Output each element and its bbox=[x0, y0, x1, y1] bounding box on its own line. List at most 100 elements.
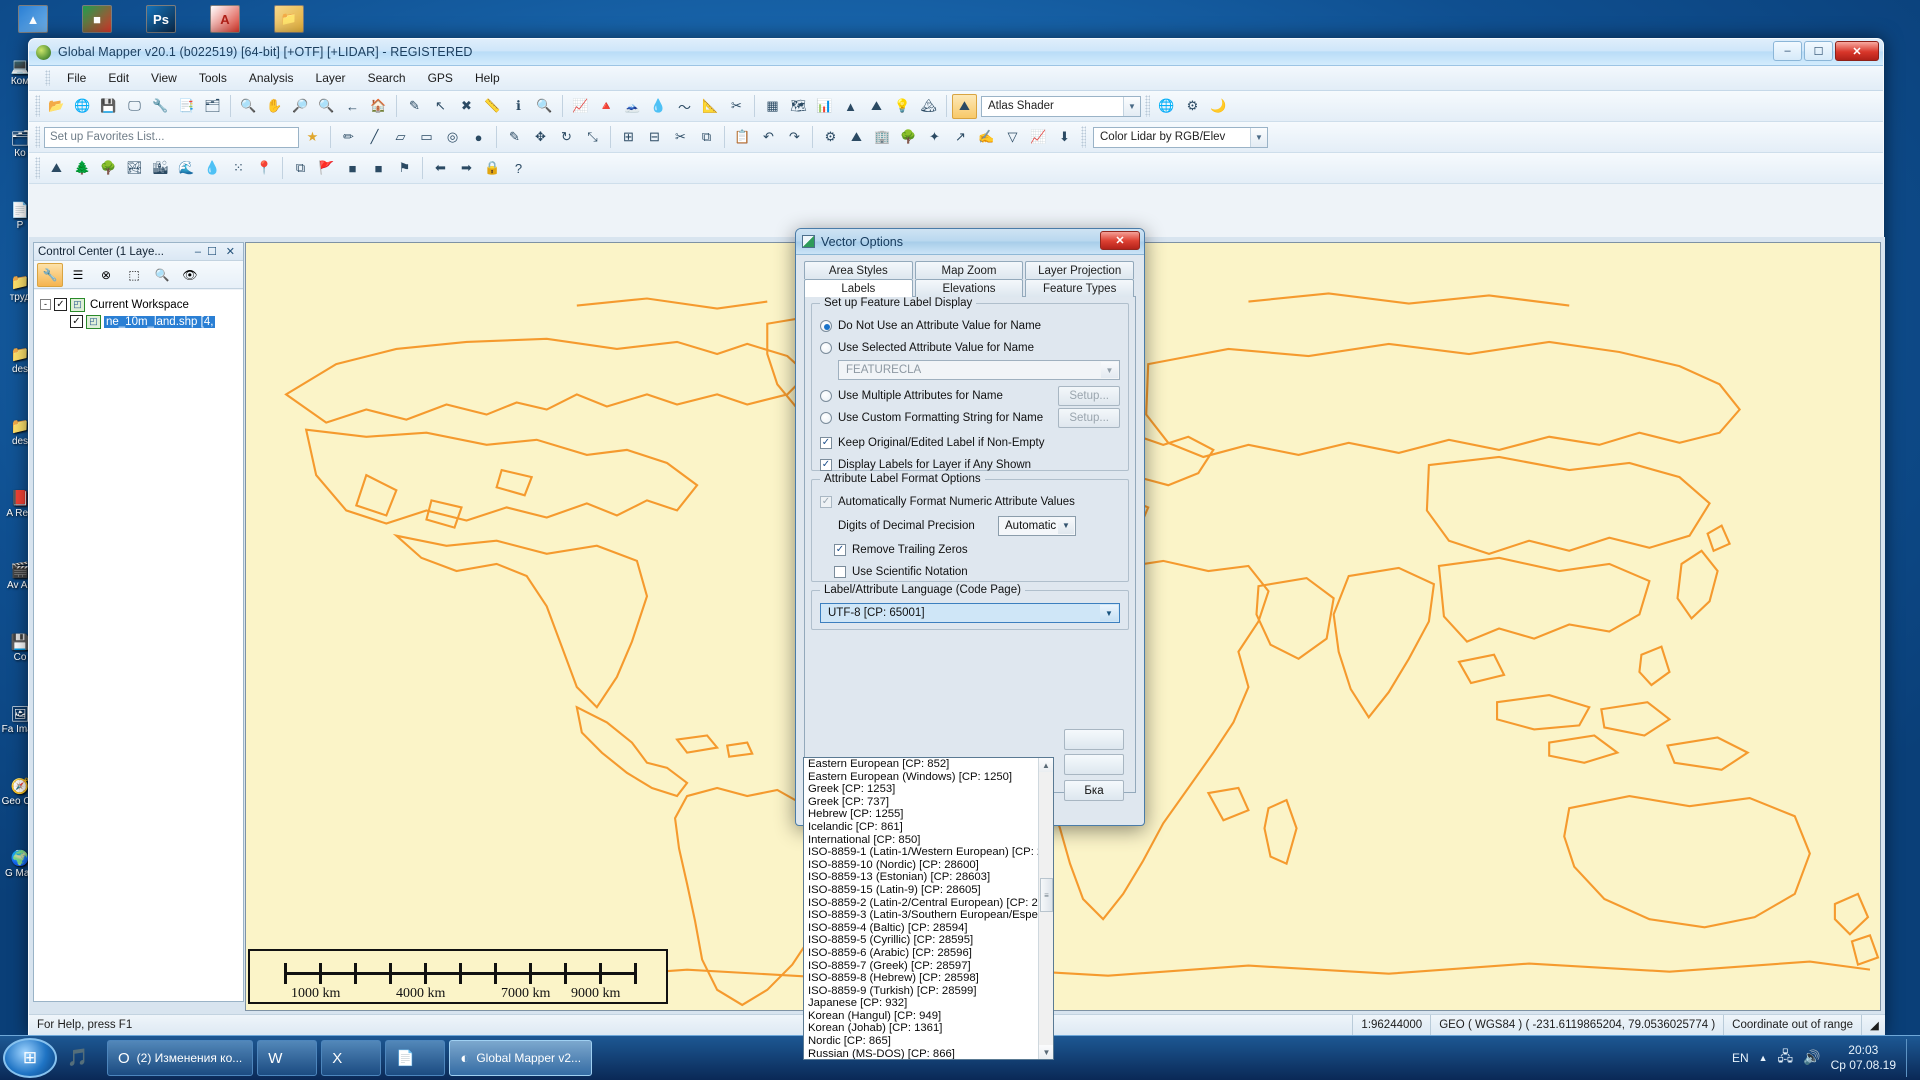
taskbar-task-4[interactable]: ◐Global Mapper v2... bbox=[449, 1040, 592, 1076]
3d-model-button[interactable]: ⧉ bbox=[288, 156, 313, 181]
control-center-close[interactable]: ✕ bbox=[226, 245, 235, 258]
cc-layer-visibility-button[interactable]: 👁 bbox=[177, 263, 203, 287]
hillshade-button[interactable]: ⛰ bbox=[864, 94, 889, 119]
lidar-classify-button[interactable]: ⚙ bbox=[818, 125, 843, 150]
dialog-close-button[interactable]: ✕ bbox=[1100, 231, 1140, 250]
blue-box-button[interactable]: ■ bbox=[366, 156, 391, 181]
precision-combo[interactable]: Automatic ▼ bbox=[998, 516, 1076, 536]
mountain-layer-button[interactable]: ⛰ bbox=[44, 156, 69, 181]
radio-row-custom-format[interactable]: Use Custom Formatting String for Name Se… bbox=[820, 408, 1120, 427]
close-button[interactable]: ✕ bbox=[1835, 41, 1879, 61]
control-center-button[interactable]: 📑 bbox=[174, 94, 199, 119]
lock-button[interactable]: 🔒 bbox=[480, 156, 505, 181]
settings-gear-button[interactable]: ⚙ bbox=[1180, 94, 1205, 119]
digitize-line-button[interactable]: ╱ bbox=[362, 125, 387, 150]
menu-item-view[interactable]: View bbox=[141, 68, 187, 88]
setup-multiple-attributes-button[interactable]: Setup... bbox=[1058, 386, 1120, 406]
point-layer-button[interactable]: ⁙ bbox=[226, 156, 251, 181]
chevron-down-icon[interactable]: ▼ bbox=[1100, 605, 1118, 621]
checkbox-row-scientific[interactable]: Use Scientific Notation bbox=[834, 562, 1120, 581]
menu-item-analysis[interactable]: Analysis bbox=[239, 68, 304, 88]
crop-button[interactable]: ✂ bbox=[668, 125, 693, 150]
open-file-button[interactable]: 📂 bbox=[44, 94, 69, 119]
tree-checkbox[interactable]: ✓ bbox=[70, 315, 83, 328]
copy-features-button[interactable]: ⧉ bbox=[694, 125, 719, 150]
previous-view-button[interactable]: ← bbox=[340, 94, 365, 119]
taskbar-task-1[interactable]: W bbox=[257, 1040, 317, 1076]
dialog-ok-button[interactable] bbox=[1064, 729, 1124, 750]
favorites-star-icon[interactable]: ★ bbox=[300, 125, 325, 150]
volume-button[interactable]: 📐 bbox=[698, 94, 723, 119]
tab-area-styles[interactable]: Area Styles bbox=[804, 261, 913, 279]
language-option-17[interactable]: ISO-8859-8 (Hebrew) [CP: 28598] bbox=[804, 972, 1038, 985]
language-option-1[interactable]: Eastern European (Windows) [CP: 1250] bbox=[804, 771, 1038, 784]
watershed-button[interactable]: 💧 bbox=[646, 94, 671, 119]
cut-fill-button[interactable]: ✂ bbox=[724, 94, 749, 119]
lidar-export-button[interactable]: ⬇ bbox=[1052, 125, 1077, 150]
taskbar-task-3[interactable]: 📄 bbox=[385, 1040, 445, 1076]
vegetation-layer-button[interactable]: 🌲 bbox=[70, 156, 95, 181]
resize-grip[interactable]: ◢ bbox=[1861, 1015, 1885, 1036]
desktop-shortcut-folder[interactable]: 📁 bbox=[274, 5, 308, 35]
volume-icon[interactable]: 🔊 bbox=[1803, 1049, 1820, 1066]
language-option-6[interactable]: International [CP: 850] bbox=[804, 834, 1038, 847]
tab-layer-projection[interactable]: Layer Projection bbox=[1025, 261, 1134, 279]
language-option-22[interactable]: Nordic [CP: 865] bbox=[804, 1035, 1038, 1048]
dialog-cancel-button[interactable] bbox=[1064, 754, 1124, 775]
language-option-4[interactable]: Hebrew [CP: 1255] bbox=[804, 808, 1038, 821]
pan-button[interactable]: ✋ bbox=[262, 94, 287, 119]
setup-custom-format-button[interactable]: Setup... bbox=[1058, 408, 1120, 428]
language-option-2[interactable]: Greek [CP: 1253] bbox=[804, 783, 1038, 796]
search-features-button[interactable]: 🔍 bbox=[532, 94, 557, 119]
language-option-16[interactable]: ISO-8859-7 (Greek) [CP: 28597] bbox=[804, 960, 1038, 973]
tree-checkbox[interactable]: ✓ bbox=[54, 298, 67, 311]
language-option-10[interactable]: ISO-8859-15 (Latin-9) [CP: 28605] bbox=[804, 884, 1038, 897]
radio-multiple-attributes-icon[interactable] bbox=[820, 390, 832, 402]
tree-node-0[interactable]: -✓◰Current Workspace bbox=[40, 296, 243, 313]
taskbar-task-2[interactable]: X bbox=[321, 1040, 381, 1076]
checkbox-auto-format-icon[interactable]: ✓ bbox=[820, 496, 832, 508]
help-button[interactable]: ? bbox=[506, 156, 531, 181]
toolbar-grip-handle[interactable] bbox=[1081, 126, 1086, 148]
red-flag-button[interactable]: 🚩 bbox=[314, 156, 339, 181]
show-desktop-button[interactable] bbox=[1906, 1039, 1914, 1077]
toolbar-grip-handle[interactable] bbox=[35, 157, 40, 179]
layer-options-button[interactable]: 🗂 bbox=[200, 94, 225, 119]
toolbar-grip-handle[interactable] bbox=[35, 126, 40, 148]
language-option-11[interactable]: ISO-8859-2 (Latin-2/Central European) [C… bbox=[804, 897, 1038, 910]
maximize-button[interactable]: ☐ bbox=[1804, 41, 1833, 61]
scroll-up-arrow-icon[interactable]: ▲ bbox=[1039, 758, 1053, 772]
tab-labels[interactable]: Labels bbox=[804, 279, 913, 297]
moon-button[interactable]: 🌙 bbox=[1206, 94, 1231, 119]
checkbox-row-remove-zeros[interactable]: ✓ Remove Trailing Zeros bbox=[834, 540, 1120, 559]
menu-item-edit[interactable]: Edit bbox=[98, 68, 139, 88]
lidar-ground-button[interactable]: ⛰ bbox=[844, 125, 869, 150]
measure-button[interactable]: 📏 bbox=[480, 94, 505, 119]
checkbox-row-keep-original[interactable]: ✓ Keep Original/Edited Label if Non-Empt… bbox=[820, 433, 1120, 452]
paste-features-button[interactable]: 📋 bbox=[730, 125, 755, 150]
tab-map-zoom[interactable]: Map Zoom bbox=[915, 261, 1024, 279]
cc-close-layer-button[interactable]: ⊗ bbox=[93, 263, 119, 287]
checkbox-display-labels-icon[interactable]: ✓ bbox=[820, 459, 832, 471]
quicklaunch-media-player[interactable]: 🎵 bbox=[57, 1038, 99, 1078]
language-option-7[interactable]: ISO-8859-1 (Latin-1/Western European) [C… bbox=[804, 846, 1038, 859]
checkbox-scientific-icon[interactable] bbox=[834, 566, 846, 578]
contour-button[interactable]: 〜 bbox=[672, 94, 697, 119]
cc-layer-options-button[interactable]: 🔧 bbox=[37, 263, 63, 287]
zoom-in-button[interactable]: 🔎 bbox=[288, 94, 313, 119]
language-option-5[interactable]: Icelandic [CP: 861] bbox=[804, 821, 1038, 834]
city-layer-button[interactable]: 🏙 bbox=[148, 156, 173, 181]
menu-item-help[interactable]: Help bbox=[465, 68, 510, 88]
zoom-in-box-button[interactable]: 🔍 bbox=[236, 94, 261, 119]
language-option-8[interactable]: ISO-8859-10 (Nordic) [CP: 28600] bbox=[804, 859, 1038, 872]
menu-item-layer[interactable]: Layer bbox=[306, 68, 356, 88]
clock[interactable]: 20:03 Ср 07.08.19 bbox=[1831, 1043, 1896, 1073]
open-online-data-button[interactable]: 🌐 bbox=[70, 94, 95, 119]
language-option-3[interactable]: Greek [CP: 737] bbox=[804, 796, 1038, 809]
radio-custom-format-icon[interactable] bbox=[820, 412, 832, 424]
radio-no-attribute-icon[interactable] bbox=[820, 320, 832, 332]
shader-layers-button[interactable]: 🗺 bbox=[786, 94, 811, 119]
lighting-button[interactable]: 💡 bbox=[890, 94, 915, 119]
language-option-23[interactable]: Russian (MS-DOS) [CP: 866] bbox=[804, 1048, 1038, 1059]
black-flag-button[interactable]: ⚑ bbox=[392, 156, 417, 181]
